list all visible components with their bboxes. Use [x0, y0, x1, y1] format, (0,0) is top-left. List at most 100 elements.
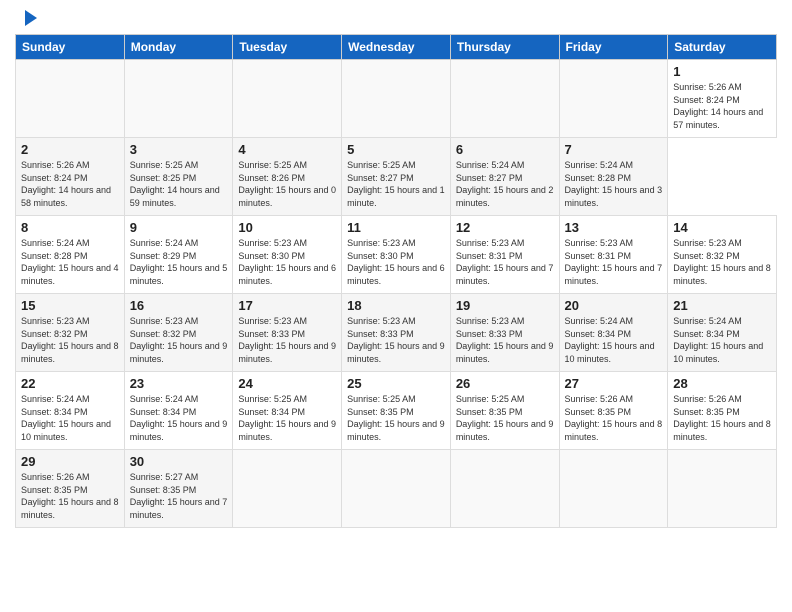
- day-info: Sunrise: 5:23 AMSunset: 8:32 PMDaylight:…: [130, 316, 228, 364]
- day-info: Sunrise: 5:24 AMSunset: 8:34 PMDaylight:…: [565, 316, 655, 364]
- calendar-cell: [668, 450, 777, 528]
- calendar-cell: 14Sunrise: 5:23 AMSunset: 8:32 PMDayligh…: [668, 216, 777, 294]
- day-info: Sunrise: 5:23 AMSunset: 8:33 PMDaylight:…: [238, 316, 336, 364]
- day-number: 9: [130, 220, 228, 235]
- day-number: 6: [456, 142, 554, 157]
- calendar-cell: 7 Sunrise: 5:24 AMSunset: 8:28 PMDaylight…: [559, 138, 668, 216]
- day-number: 26: [456, 376, 554, 391]
- week-row-1: 2Sunrise: 5:26 AMSunset: 8:24 PMDaylight…: [16, 138, 777, 216]
- day-number: 29: [21, 454, 119, 469]
- day-number: 20: [565, 298, 663, 313]
- calendar-cell: 4Sunrise: 5:25 AMSunset: 8:26 PMDaylight…: [233, 138, 342, 216]
- calendar-cell: [559, 60, 668, 138]
- calendar-cell: 5 Sunrise: 5:25 AMSunset: 8:27 PMDaylight…: [342, 138, 451, 216]
- calendar-cell: [233, 60, 342, 138]
- calendar-cell: 8 Sunrise: 5:24 AMSunset: 8:28 PMDaylight…: [16, 216, 125, 294]
- day-info: Sunrise: 5:23 AMSunset: 8:31 PMDaylight:…: [565, 238, 663, 286]
- day-header-wednesday: Wednesday: [342, 35, 451, 60]
- calendar-cell: [450, 60, 559, 138]
- day-info: Sunrise: 5:24 AMSunset: 8:34 PMDaylight:…: [21, 394, 111, 442]
- day-info: Sunrise: 5:25 AMSunset: 8:35 PMDaylight:…: [347, 394, 445, 442]
- week-row-0: 1 Sunrise: 5:26 AMSunset: 8:24 PMDaylight…: [16, 60, 777, 138]
- calendar-cell: 1 Sunrise: 5:26 AMSunset: 8:24 PMDaylight…: [668, 60, 777, 138]
- day-info: Sunrise: 5:26 AMSunset: 8:35 PMDaylight:…: [565, 394, 663, 442]
- day-info: Sunrise: 5:24 AMSunset: 8:28 PMDaylight:…: [21, 238, 119, 286]
- calendar-cell: 16 Sunrise: 5:23 AMSunset: 8:32 PMDayligh…: [124, 294, 233, 372]
- calendar-cell: 23 Sunrise: 5:24 AMSunset: 8:34 PMDayligh…: [124, 372, 233, 450]
- day-info: Sunrise: 5:23 AMSunset: 8:33 PMDaylight:…: [347, 316, 445, 364]
- calendar-cell: [233, 450, 342, 528]
- day-info: Sunrise: 5:23 AMSunset: 8:30 PMDaylight:…: [347, 238, 445, 286]
- calendar-cell: 22 Sunrise: 5:24 AMSunset: 8:34 PMDayligh…: [16, 372, 125, 450]
- calendar-cell: 27 Sunrise: 5:26 AMSunset: 8:35 PMDayligh…: [559, 372, 668, 450]
- day-info: Sunrise: 5:25 AMSunset: 8:34 PMDaylight:…: [238, 394, 336, 442]
- day-info: Sunrise: 5:23 AMSunset: 8:33 PMDaylight:…: [456, 316, 554, 364]
- day-number: 1: [673, 64, 771, 79]
- calendar-cell: 19Sunrise: 5:23 AMSunset: 8:33 PMDayligh…: [450, 294, 559, 372]
- day-number: 12: [456, 220, 554, 235]
- day-number: 25: [347, 376, 445, 391]
- calendar-cell: 18 Sunrise: 5:23 AMSunset: 8:33 PMDayligh…: [342, 294, 451, 372]
- day-info: Sunrise: 5:27 AMSunset: 8:35 PMDaylight:…: [130, 472, 228, 520]
- calendar-cell: 26 Sunrise: 5:25 AMSunset: 8:35 PMDayligh…: [450, 372, 559, 450]
- calendar-cell: 12Sunrise: 5:23 AMSunset: 8:31 PMDayligh…: [450, 216, 559, 294]
- calendar-cell: [16, 60, 125, 138]
- day-info: Sunrise: 5:23 AMSunset: 8:30 PMDaylight:…: [238, 238, 336, 286]
- calendar-cell: 17 Sunrise: 5:23 AMSunset: 8:33 PMDayligh…: [233, 294, 342, 372]
- week-row-3: 15 Sunrise: 5:23 AMSunset: 8:32 PMDayligh…: [16, 294, 777, 372]
- day-number: 28: [673, 376, 771, 391]
- day-info: Sunrise: 5:24 AMSunset: 8:34 PMDaylight:…: [673, 316, 763, 364]
- day-number: 16: [130, 298, 228, 313]
- day-info: Sunrise: 5:24 AMSunset: 8:28 PMDaylight:…: [565, 160, 663, 208]
- calendar-cell: 3Sunrise: 5:25 AMSunset: 8:25 PMDaylight…: [124, 138, 233, 216]
- calendar-cell: 29 Sunrise: 5:26 AMSunset: 8:35 PMDayligh…: [16, 450, 125, 528]
- logo-arrow-icon: [25, 10, 37, 26]
- day-info: Sunrise: 5:23 AMSunset: 8:32 PMDaylight:…: [673, 238, 771, 286]
- day-info: Sunrise: 5:26 AMSunset: 8:24 PMDaylight:…: [673, 82, 763, 130]
- calendar-cell: 30Sunrise: 5:27 AMSunset: 8:35 PMDayligh…: [124, 450, 233, 528]
- calendar-cell: 9 Sunrise: 5:24 AMSunset: 8:29 PMDaylight…: [124, 216, 233, 294]
- week-row-5: 29 Sunrise: 5:26 AMSunset: 8:35 PMDayligh…: [16, 450, 777, 528]
- day-header-thursday: Thursday: [450, 35, 559, 60]
- calendar-table: SundayMondayTuesdayWednesdayThursdayFrid…: [15, 34, 777, 528]
- calendar-cell: 13 Sunrise: 5:23 AMSunset: 8:31 PMDayligh…: [559, 216, 668, 294]
- day-number: 5: [347, 142, 445, 157]
- day-number: 4: [238, 142, 336, 157]
- day-number: 24: [238, 376, 336, 391]
- day-number: 23: [130, 376, 228, 391]
- day-info: Sunrise: 5:24 AMSunset: 8:27 PMDaylight:…: [456, 160, 554, 208]
- calendar-cell: 28 Sunrise: 5:26 AMSunset: 8:35 PMDayligh…: [668, 372, 777, 450]
- day-number: 18: [347, 298, 445, 313]
- header-row: SundayMondayTuesdayWednesdayThursdayFrid…: [16, 35, 777, 60]
- day-info: Sunrise: 5:24 AMSunset: 8:29 PMDaylight:…: [130, 238, 228, 286]
- day-info: Sunrise: 5:24 AMSunset: 8:34 PMDaylight:…: [130, 394, 228, 442]
- day-header-monday: Monday: [124, 35, 233, 60]
- day-number: 13: [565, 220, 663, 235]
- day-info: Sunrise: 5:26 AMSunset: 8:35 PMDaylight:…: [21, 472, 119, 520]
- calendar-cell: [342, 60, 451, 138]
- day-number: 21: [673, 298, 771, 313]
- day-number: 17: [238, 298, 336, 313]
- day-info: Sunrise: 5:23 AMSunset: 8:32 PMDaylight:…: [21, 316, 119, 364]
- day-number: 15: [21, 298, 119, 313]
- day-header-friday: Friday: [559, 35, 668, 60]
- day-number: 11: [347, 220, 445, 235]
- calendar-cell: 10 Sunrise: 5:23 AMSunset: 8:30 PMDayligh…: [233, 216, 342, 294]
- day-info: Sunrise: 5:25 AMSunset: 8:27 PMDaylight:…: [347, 160, 445, 208]
- day-number: 22: [21, 376, 119, 391]
- day-number: 27: [565, 376, 663, 391]
- calendar-cell: [342, 450, 451, 528]
- day-info: Sunrise: 5:25 AMSunset: 8:35 PMDaylight:…: [456, 394, 554, 442]
- calendar-page: SundayMondayTuesdayWednesdayThursdayFrid…: [0, 0, 792, 612]
- week-row-2: 8 Sunrise: 5:24 AMSunset: 8:28 PMDaylight…: [16, 216, 777, 294]
- calendar-cell: 2Sunrise: 5:26 AMSunset: 8:24 PMDaylight…: [16, 138, 125, 216]
- day-header-tuesday: Tuesday: [233, 35, 342, 60]
- calendar-cell: 20 Sunrise: 5:24 AMSunset: 8:34 PMDayligh…: [559, 294, 668, 372]
- day-number: 2: [21, 142, 119, 157]
- day-number: 7: [565, 142, 663, 157]
- calendar-cell: 24 Sunrise: 5:25 AMSunset: 8:34 PMDayligh…: [233, 372, 342, 450]
- logo: [15, 10, 37, 26]
- day-info: Sunrise: 5:26 AMSunset: 8:35 PMDaylight:…: [673, 394, 771, 442]
- day-number: 10: [238, 220, 336, 235]
- day-number: 8: [21, 220, 119, 235]
